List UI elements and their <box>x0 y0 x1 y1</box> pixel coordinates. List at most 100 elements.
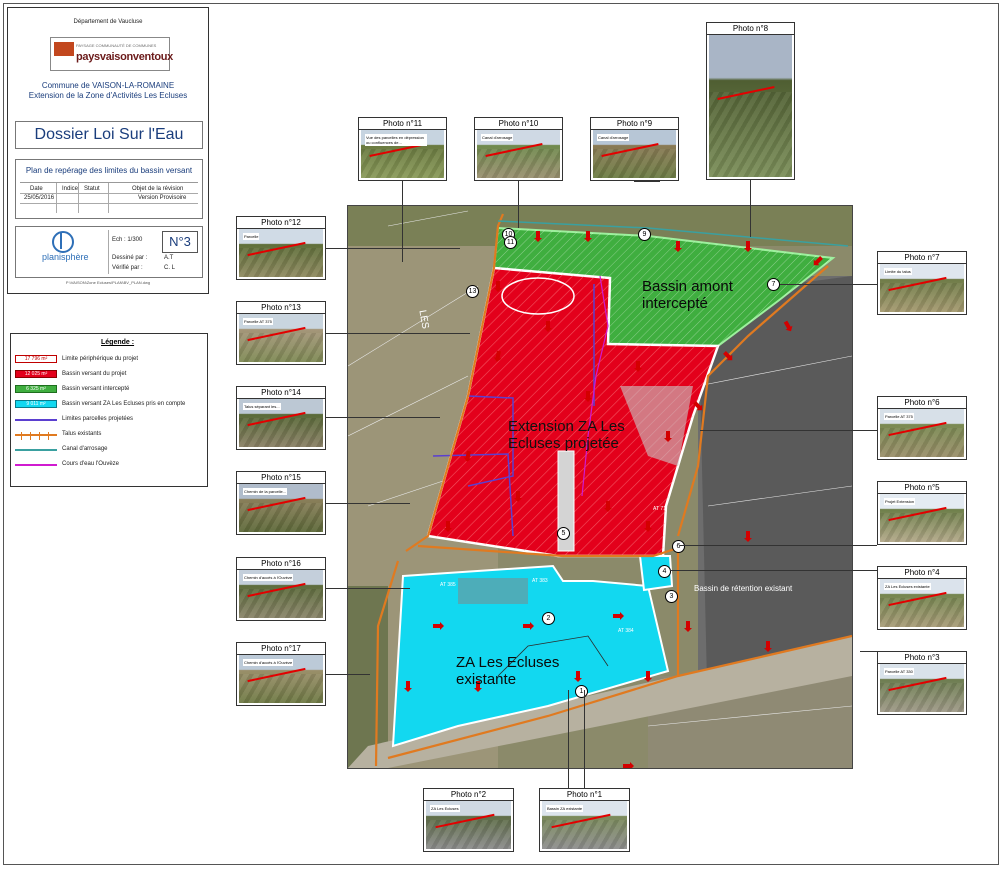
photo-caption: Photo n°9 <box>591 118 678 130</box>
parcel-label: AT 384 <box>618 628 634 634</box>
green-zone-label: Bassin amont intercepté <box>642 278 733 312</box>
photo-leader-line <box>670 570 877 571</box>
photo-marker-3[interactable]: 3 <box>665 590 678 603</box>
photo-card-p13[interactable]: Photo n°13 Parcelle AT 375 <box>236 301 326 365</box>
photo-leader-line <box>584 690 585 788</box>
photo-leader-line <box>326 674 370 675</box>
photo-marker-11[interactable]: 11 <box>504 236 517 249</box>
parcel-label: AT 385 <box>440 582 456 588</box>
photo-card-p16[interactable]: Photo n°16 Chemin d'accès à l'Ouvèze <box>236 557 326 621</box>
legend-item: 6 325 m² Bassin versant intercepté <box>15 385 205 394</box>
photo-leader-line <box>680 545 877 546</box>
photo-card-p10[interactable]: Photo n°10 Canal d'arrosage <box>474 117 563 181</box>
legend-swatch: 9 011 m² <box>15 400 57 408</box>
photo-annotation: Talus séparant les... <box>243 403 281 410</box>
legend-label: Bassin versant ZA Les Ecluses pris en co… <box>62 401 186 407</box>
legend-label: Limites parcelles projetées <box>62 416 134 422</box>
legend-swatch-talus <box>15 432 57 440</box>
photo-caption: Photo n°1 <box>540 789 629 801</box>
photo-card-p12[interactable]: Photo n°12 Parcelle <box>236 216 326 280</box>
photo-leader-line <box>326 503 410 504</box>
photo-thumbnail: Canal d'arrosage <box>477 130 560 178</box>
revision-table: Date Indice Statut Objet de la révision … <box>20 182 198 213</box>
photo-marker-9[interactable]: 9 <box>638 228 651 241</box>
retention-label: Bassin de rétention existant <box>694 584 793 593</box>
photo-card-p3[interactable]: Photo n°3 Parcelle AT 330 <box>877 651 967 715</box>
photo-thumbnail: Parcelle AT 375 <box>239 314 323 362</box>
photo-annotation: Chemin de la parcelle... <box>243 488 288 495</box>
photo-card-p7[interactable]: Photo n°7 Limite du talus <box>877 251 967 315</box>
photo-thumbnail: Canal d'arrosage <box>593 130 676 178</box>
photo-marker-1[interactable]: 1 <box>575 685 588 698</box>
photo-thumbnail: ZA Les Ecluses <box>426 801 511 849</box>
photo-leader-line <box>700 430 877 431</box>
photo-card-p14[interactable]: Photo n°14 Talus séparant les... <box>236 386 326 450</box>
photo-marker-6[interactable]: 6 <box>672 540 685 553</box>
department-label: Département de Vaucluse <box>73 19 143 25</box>
photo-annotation: Chemin d'accès à l'Ouvèze <box>243 659 294 666</box>
legend-swatch-line <box>15 449 57 451</box>
photo-card-p4[interactable]: Photo n°4 ZA Les Ecluses existante <box>877 566 967 630</box>
photo-caption: Photo n°8 <box>707 23 794 35</box>
photo-annotation: Parcelle <box>243 233 260 240</box>
plan-title: Plan de repérage des limites du bassin v… <box>25 166 193 175</box>
photo-caption: Photo n°2 <box>424 789 513 801</box>
plan-title-box: Plan de repérage des limites du bassin v… <box>15 159 203 219</box>
photo-marker-13[interactable]: 13 <box>466 285 479 298</box>
photo-thumbnail: Bassin ZA existante <box>542 801 627 849</box>
map-legend: Légende : 17 796 m² Limite périphérique d… <box>10 333 208 487</box>
photo-caption: Photo n°17 <box>237 643 325 655</box>
legend-swatch-line <box>15 419 57 421</box>
legend-item: 9 011 m² Bassin versant ZA Les Ecluses pr… <box>15 400 205 409</box>
photo-annotation: Bassin ZA existante <box>546 805 584 812</box>
photo-leader-line <box>326 248 460 249</box>
legend-label: Bassin versant intercepté <box>62 386 130 392</box>
title-block: Département de Vaucluse PAYSAGE COMMUNAU… <box>7 7 209 294</box>
photo-caption: Photo n°4 <box>878 567 966 579</box>
photo-marker-5[interactable]: 5 <box>557 527 570 540</box>
scale-label: Ech : 1/300 <box>112 237 143 243</box>
legend-title: Légende : <box>101 339 135 346</box>
photo-caption: Photo n°5 <box>878 482 966 494</box>
dossier-box: Dossier Loi Sur l'Eau <box>15 121 203 149</box>
legend-label: Limite périphérique du projet <box>62 356 139 362</box>
photo-thumbnail: Chemin d'accès à l'Ouvèze <box>239 570 323 618</box>
photo-annotation: Canal d'arrosage <box>481 134 514 141</box>
photo-leader-line <box>780 284 877 285</box>
photo-annotation: Limite du talus <box>884 268 912 275</box>
photo-marker-2[interactable]: 2 <box>542 612 555 625</box>
photo-caption: Photo n°3 <box>878 652 966 664</box>
photo-leader-line <box>326 333 470 334</box>
photo-card-p11[interactable]: Photo n°11 Vue des parcelles en dépressio… <box>358 117 447 181</box>
photo-annotation: Projet Extension <box>884 498 916 505</box>
photo-thumbnail: Parcelle <box>239 229 323 277</box>
photo-annotation: Parcelle AT 330 <box>884 668 914 675</box>
legend-item: Cours d'eau l'Ouvèze <box>15 460 205 469</box>
photo-card-p17[interactable]: Photo n°17 Chemin d'accès à l'Ouvèze <box>236 642 326 706</box>
photo-caption: Photo n°16 <box>237 558 325 570</box>
photo-thumbnail: Projet Extension <box>880 494 964 542</box>
legend-item: Canal d'arrosage <box>15 445 205 454</box>
photo-card-p9[interactable]: Photo n°9 Canal d'arrosage <box>590 117 679 181</box>
planisphere-logo: planisphère <box>24 231 104 273</box>
photo-marker-4[interactable]: 4 <box>658 565 671 578</box>
photo-card-p15[interactable]: Photo n°15 Chemin de la parcelle... <box>236 471 326 535</box>
photo-thumbnail: ZA Les Ecluses existante <box>880 579 964 627</box>
photo-caption: Photo n°14 <box>237 387 325 399</box>
photo-caption: Photo n°7 <box>878 252 966 264</box>
photo-caption: Photo n°13 <box>237 302 325 314</box>
photo-caption: Photo n°12 <box>237 217 325 229</box>
photo-card-p8[interactable]: Photo n°8 <box>706 22 795 180</box>
legend-label: Cours d'eau l'Ouvèze <box>62 461 119 467</box>
photo-thumbnail: Chemin de la parcelle... <box>239 484 323 532</box>
photo-card-p6[interactable]: Photo n°6 Parcelle AT 375 <box>877 396 967 460</box>
legend-label: Bassin versant du projet <box>62 371 127 377</box>
photo-thumbnail <box>709 35 792 177</box>
photo-leader-line <box>750 180 751 237</box>
photo-card-p2[interactable]: Photo n°2 ZA Les Ecluses <box>423 788 514 852</box>
photo-card-p1[interactable]: Photo n°1 Bassin ZA existante <box>539 788 630 852</box>
photo-leader-line <box>860 651 877 652</box>
photo-card-p5[interactable]: Photo n°5 Projet Extension <box>877 481 967 545</box>
site-map: Bassin amont intercepté Extension ZA Les E… <box>347 205 853 769</box>
photo-marker-7[interactable]: 7 <box>767 278 780 291</box>
